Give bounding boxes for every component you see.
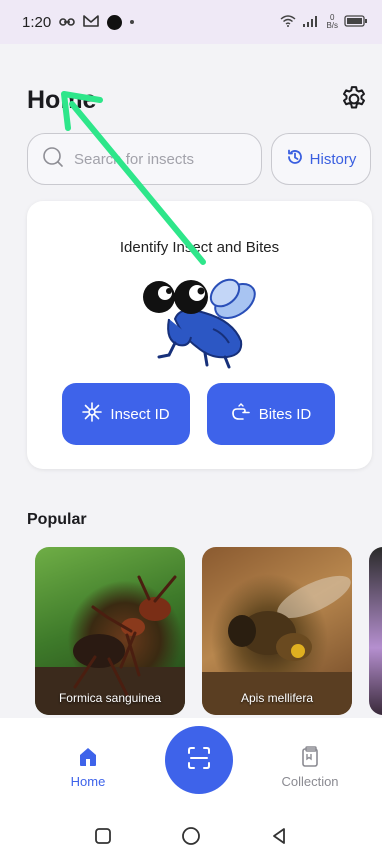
mail-icon [83,14,100,31]
signal-icon [302,15,320,30]
collection-icon [270,744,350,770]
popular-card-formica-sanguinea[interactable]: Formica sanguinea [35,547,185,715]
pointing-hand-icon [231,403,251,425]
notification-dot-icon [107,14,123,30]
bites-id-button[interactable]: Bites ID [207,383,335,445]
insect-id-button[interactable]: Insect ID [62,383,190,445]
insect-id-label: Insect ID [110,405,170,423]
popular-card-partial[interactable] [369,547,382,715]
identify-card-title: Identify Insect and Bites [119,239,280,256]
nav-collection[interactable]: Collection [270,744,350,789]
net-speed: 0 B/s [326,14,338,30]
gear-icon [339,84,369,119]
link-icon [59,14,76,31]
fly-mascot-icon [135,271,265,371]
wifi-icon [280,14,296,30]
nav-collection-label: Collection [281,774,339,789]
status-left: 1:20 [22,13,135,31]
bites-id-label: Bites ID [258,405,312,423]
bottom-nav: Home Collection [0,718,382,814]
nav-home-label: Home [70,774,106,789]
back-triangle-icon[interactable] [269,826,289,851]
clock-history-icon [286,148,304,170]
ant-photo [35,575,185,715]
popular-card-label: Apis mellifera [240,691,314,705]
status-bar: 1:20 0 B/s [0,0,382,44]
identify-card: Identify Insect and Bites Insect ID Bite… [27,201,372,469]
recent-apps-icon[interactable] [93,826,113,851]
more-notifications-icon [130,20,135,24]
history-button[interactable]: History [271,133,371,185]
system-nav-bar [0,814,382,863]
scan-button[interactable] [165,726,233,794]
popular-title: Popular [27,511,87,528]
search-input[interactable] [74,150,244,168]
home-circle-icon[interactable] [180,825,202,852]
scan-icon [185,744,213,777]
nav-home[interactable]: Home [48,744,128,789]
home-icon [48,744,128,770]
popular-card-apis-mellifera[interactable]: Apis mellifera [202,547,352,715]
bee-photo [202,575,352,715]
status-right: 0 B/s [280,14,368,30]
settings-button[interactable] [337,84,371,118]
popular-card-label: Formica sanguinea [58,691,162,705]
history-label: History [309,150,357,168]
status-time: 1:20 [22,13,52,31]
battery-icon [344,14,368,30]
sparkle-icon [82,402,103,426]
page-title: Home [27,86,97,114]
search-icon [42,146,64,173]
search-box[interactable] [27,133,262,185]
net-speed-unit: B/s [326,21,338,30]
